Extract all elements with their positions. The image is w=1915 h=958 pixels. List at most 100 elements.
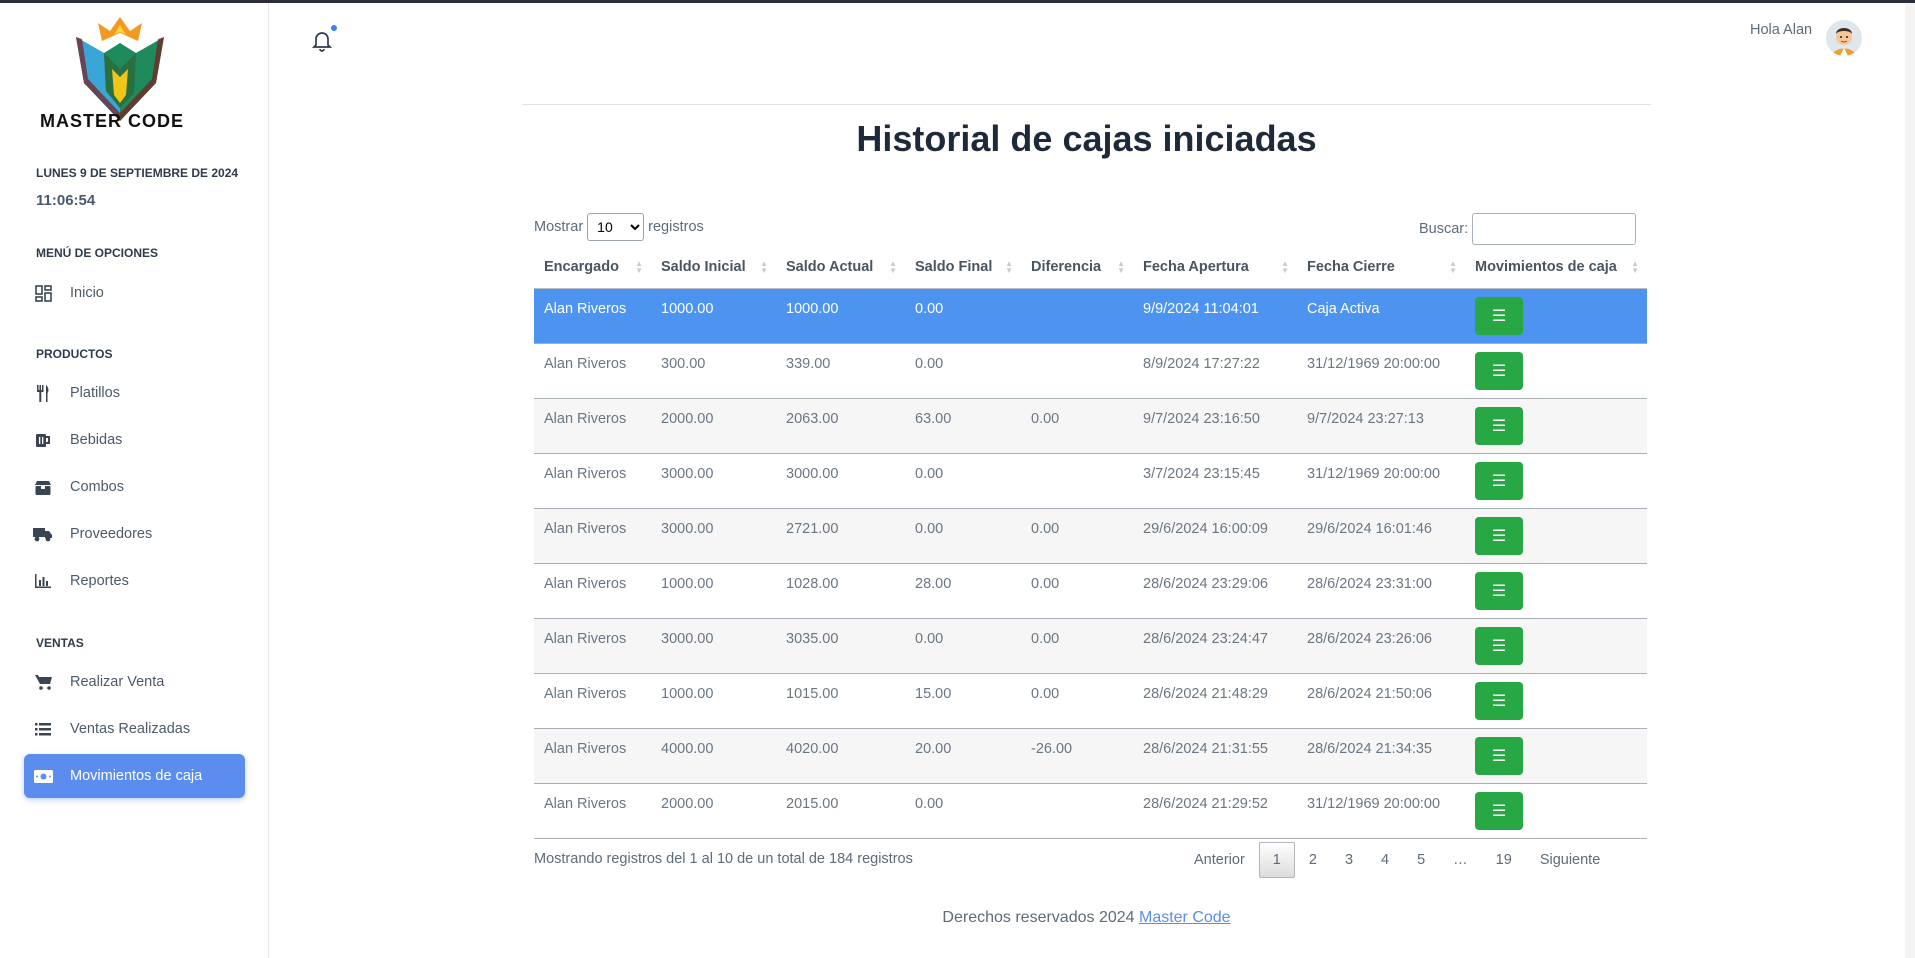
avatar[interactable] <box>1826 20 1862 56</box>
cell-saldo-final: 0.00 <box>905 507 1021 563</box>
column-header-fecha-apertura[interactable]: Fecha Apertura ▲ ▼ <box>1133 247 1297 289</box>
table-row[interactable]: Alan Riveros 1000.00 1028.00 28.00 0.00 … <box>534 562 1647 618</box>
movimientos-button[interactable]: ☰ <box>1475 736 1523 775</box>
cell-movimientos: ☰ <box>1465 617 1647 673</box>
current-date: LUNES 9 DE SEPTIEMBRE DE 2024 <box>36 166 239 180</box>
length-suffix: registros <box>648 219 704 235</box>
table-row[interactable]: Alan Riveros 1000.00 1000.00 0.00 9/9/20… <box>534 288 1647 343</box>
cell-fecha-cierre: Caja Activa <box>1297 288 1465 343</box>
cell-saldo-final: 63.00 <box>905 397 1021 453</box>
pagination-page-1[interactable]: 1 <box>1258 842 1295 878</box>
sidebar-item-inicio[interactable]: Inicio <box>24 271 245 315</box>
top-border <box>0 0 1915 3</box>
sidebar-item-platillos[interactable]: Platillos <box>24 371 245 415</box>
pagination-page-5[interactable]: 5 <box>1403 842 1439 878</box>
cell-fecha-cierre: 31/12/1969 20:00:00 <box>1297 452 1465 508</box>
sidebar-item-label: Movimientos de caja <box>70 768 203 784</box>
column-header-saldo-actual[interactable]: Saldo Actual ▲ ▼ <box>776 247 905 289</box>
footer-text: Derechos reservados 2024 <box>942 909 1135 926</box>
cell-fecha-apertura: 9/9/2024 11:04:01 <box>1133 288 1297 343</box>
cell-saldo-inicial: 2000.00 <box>651 782 776 839</box>
cell-saldo-actual: 2063.00 <box>776 397 905 453</box>
search-input[interactable] <box>1472 213 1637 245</box>
movimientos-button[interactable]: ☰ <box>1475 461 1523 500</box>
utensils-icon <box>32 384 54 402</box>
column-header-saldo-final[interactable]: Saldo Final ▲ ▼ <box>905 247 1021 289</box>
column-header-diferencia[interactable]: Diferencia ▲ ▼ <box>1021 247 1133 289</box>
movimientos-button[interactable]: ☰ <box>1475 296 1523 335</box>
table-row[interactable]: Alan Riveros 3000.00 2721.00 0.00 0.00 2… <box>534 507 1647 563</box>
notification-dot <box>330 24 338 32</box>
cell-saldo-final: 0.00 <box>905 617 1021 673</box>
sidebar-item-movimientos-de-caja[interactable]: Movimientos de caja <box>24 754 245 798</box>
length-prefix: Mostrar <box>534 219 584 235</box>
pagination-page-3[interactable]: 3 <box>1331 842 1367 878</box>
beer-mug-icon <box>32 431 54 449</box>
cell-saldo-actual: 1015.00 <box>776 672 905 728</box>
column-header-saldo-inicial[interactable]: Saldo Inicial ▲ ▼ <box>651 247 776 289</box>
table-row[interactable]: Alan Riveros 1000.00 1015.00 15.00 0.00 … <box>534 672 1647 728</box>
sidebar-item-reportes[interactable]: Reportes <box>24 559 245 603</box>
sidebar-item-ventas-realizadas[interactable]: Ventas Realizadas <box>24 707 245 751</box>
sort-icon: ▲ ▼ <box>889 259 897 275</box>
column-header-fecha-cierre[interactable]: Fecha Cierre ▲ ▼ <box>1297 247 1465 289</box>
sort-icon: ▲ ▼ <box>1449 259 1457 275</box>
sort-icon: ▲ ▼ <box>1005 259 1013 275</box>
pagination-page-4[interactable]: 4 <box>1367 842 1403 878</box>
section-title-menu: MENÚ DE OPCIONES <box>36 246 159 260</box>
length-select[interactable]: 10 <box>587 213 645 241</box>
pagination: Anterior 1 2 3 4 5 … 19 Siguiente <box>1180 842 1614 878</box>
sidebar-item-label: Reportes <box>70 573 129 589</box>
sort-icon: ▲ ▼ <box>1117 259 1125 275</box>
table-row[interactable]: Alan Riveros 2000.00 2063.00 63.00 0.00 … <box>534 397 1647 453</box>
cell-fecha-cierre: 9/7/2024 23:27:13 <box>1297 397 1465 453</box>
sidebar: MASTER CODE LUNES 9 DE SEPTIEMBRE DE 202… <box>0 3 269 958</box>
movimientos-button[interactable]: ☰ <box>1475 791 1523 830</box>
cell-fecha-apertura: 29/6/2024 16:00:09 <box>1133 507 1297 563</box>
list-icon: ☰ <box>1491 307 1507 325</box>
cell-diferencia: 0.00 <box>1021 397 1133 453</box>
sort-icon: ▲ ▼ <box>760 259 768 275</box>
pagination-page-2[interactable]: 2 <box>1295 842 1331 878</box>
list-icon: ☰ <box>1491 362 1507 380</box>
cell-saldo-actual: 1028.00 <box>776 562 905 618</box>
list-icon: ☰ <box>1491 637 1507 655</box>
table-row[interactable]: Alan Riveros 3000.00 3035.00 0.00 0.00 2… <box>534 617 1647 673</box>
table-row[interactable]: Alan Riveros 4000.00 4020.00 20.00 -26.0… <box>534 727 1647 783</box>
cell-saldo-actual: 339.00 <box>776 342 905 398</box>
cell-fecha-apertura: 28/6/2024 23:29:06 <box>1133 562 1297 618</box>
table-row[interactable]: Alan Riveros 3000.00 3000.00 0.00 3/7/20… <box>534 452 1647 508</box>
sidebar-item-bebidas[interactable]: Bebidas <box>24 418 245 462</box>
pagination-next[interactable]: Siguiente <box>1526 842 1614 878</box>
movimientos-button[interactable]: ☰ <box>1475 571 1523 610</box>
search-control: Buscar: <box>1419 213 1637 245</box>
sidebar-item-realizar-venta[interactable]: Realizar Venta <box>24 660 245 704</box>
cell-saldo-actual: 1000.00 <box>776 288 905 343</box>
column-header-movimientos[interactable]: Movimientos de caja ▲ ▼ <box>1465 247 1647 289</box>
bell-icon[interactable] <box>310 28 334 52</box>
movimientos-button[interactable]: ☰ <box>1475 406 1523 445</box>
movimientos-button[interactable]: ☰ <box>1475 626 1523 665</box>
cell-movimientos: ☰ <box>1465 507 1647 563</box>
cell-encargado: Alan Riveros <box>534 397 651 453</box>
cell-movimientos: ☰ <box>1465 452 1647 508</box>
cell-diferencia: -26.00 <box>1021 727 1133 783</box>
money-bill-icon <box>32 767 54 785</box>
sidebar-item-label: Proveedores <box>70 526 153 542</box>
sidebar-item-proveedores[interactable]: Proveedores <box>24 512 245 556</box>
column-header-encargado[interactable]: Encargado ▲ ▼ <box>534 247 651 289</box>
movimientos-button[interactable]: ☰ <box>1475 516 1523 555</box>
footer-link[interactable]: Master Code <box>1139 909 1231 926</box>
cell-saldo-inicial: 3000.00 <box>651 507 776 563</box>
scrollbar[interactable] <box>1905 3 1915 958</box>
movimientos-button[interactable]: ☰ <box>1475 351 1523 390</box>
movimientos-button[interactable]: ☰ <box>1475 681 1523 720</box>
table-row[interactable]: Alan Riveros 300.00 339.00 0.00 8/9/2024… <box>534 342 1647 398</box>
table-row[interactable]: Alan Riveros 2000.00 2015.00 0.00 28/6/2… <box>534 782 1647 839</box>
sidebar-item-combos[interactable]: Combos <box>24 465 245 509</box>
length-control: Mostrar 10 registros <box>534 213 704 241</box>
cell-fecha-apertura: 9/7/2024 23:16:50 <box>1133 397 1297 453</box>
cell-movimientos: ☰ <box>1465 672 1647 728</box>
pagination-previous[interactable]: Anterior <box>1180 842 1259 878</box>
pagination-page-19[interactable]: 19 <box>1482 842 1526 878</box>
